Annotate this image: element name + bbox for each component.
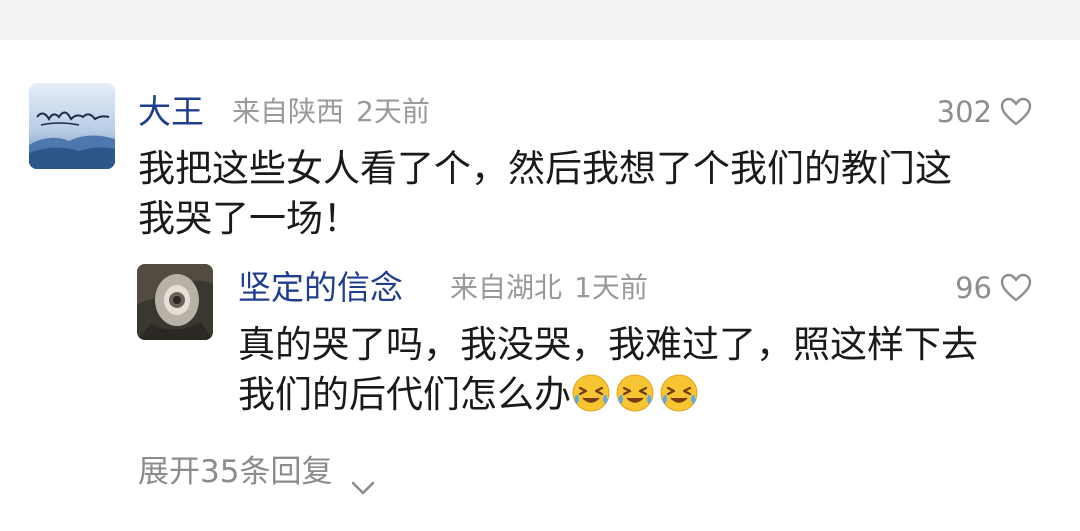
expand-replies-label: 展开35条回复 <box>138 454 333 490</box>
reply-username[interactable]: 坚定的信念 <box>238 268 403 308</box>
like-button[interactable]: 302 <box>937 92 1032 132</box>
reply-time: 1天前 <box>574 271 648 304</box>
expand-replies-button[interactable]: 展开35条回复 <box>138 450 376 495</box>
avatar[interactable] <box>29 83 115 169</box>
comment-username[interactable]: 大王 <box>138 92 204 132</box>
avatar[interactable] <box>137 264 213 340</box>
reply-like-button[interactable]: 96 <box>955 268 1032 308</box>
comment-text: 我把这些女人看了个，然后我想了个我们的教门这 我哭了一场！ <box>138 144 952 244</box>
reply-text-line: 我们的后代们怎么办 <box>238 373 571 416</box>
reply-like-count: 96 <box>955 271 992 305</box>
comment-time: 2天前 <box>356 95 430 128</box>
crying-laugh-emoji <box>616 374 654 412</box>
reply-text-line-2: 我们的后代们怎么办 <box>238 370 978 420</box>
comment-text-line: 我哭了一场！ <box>138 197 360 240</box>
reply-text: 真的哭了吗，我没哭，我难过了，照这样下去 我们的后代们怎么办 <box>238 320 978 420</box>
reply-location: 来自湖北 <box>450 271 563 304</box>
reply-text-line: 真的哭了吗，我没哭，我难过了，照这样下去 <box>238 323 978 366</box>
heart-icon <box>1000 97 1032 127</box>
comment-text-line: 我把这些女人看了个，然后我想了个我们的教门这 <box>138 147 952 190</box>
like-count: 302 <box>936 95 992 129</box>
crying-laugh-emoji <box>572 374 610 412</box>
chevron-down-icon <box>350 464 376 495</box>
crying-laugh-emoji <box>660 374 698 412</box>
reply-meta: 来自湖北 1天前 <box>450 268 648 308</box>
comment-meta: 来自陕西 2天前 <box>232 92 430 132</box>
emoji-group <box>571 373 703 416</box>
comment-location: 来自陕西 <box>232 95 345 128</box>
top-band <box>0 0 1080 40</box>
heart-icon <box>1000 273 1032 303</box>
